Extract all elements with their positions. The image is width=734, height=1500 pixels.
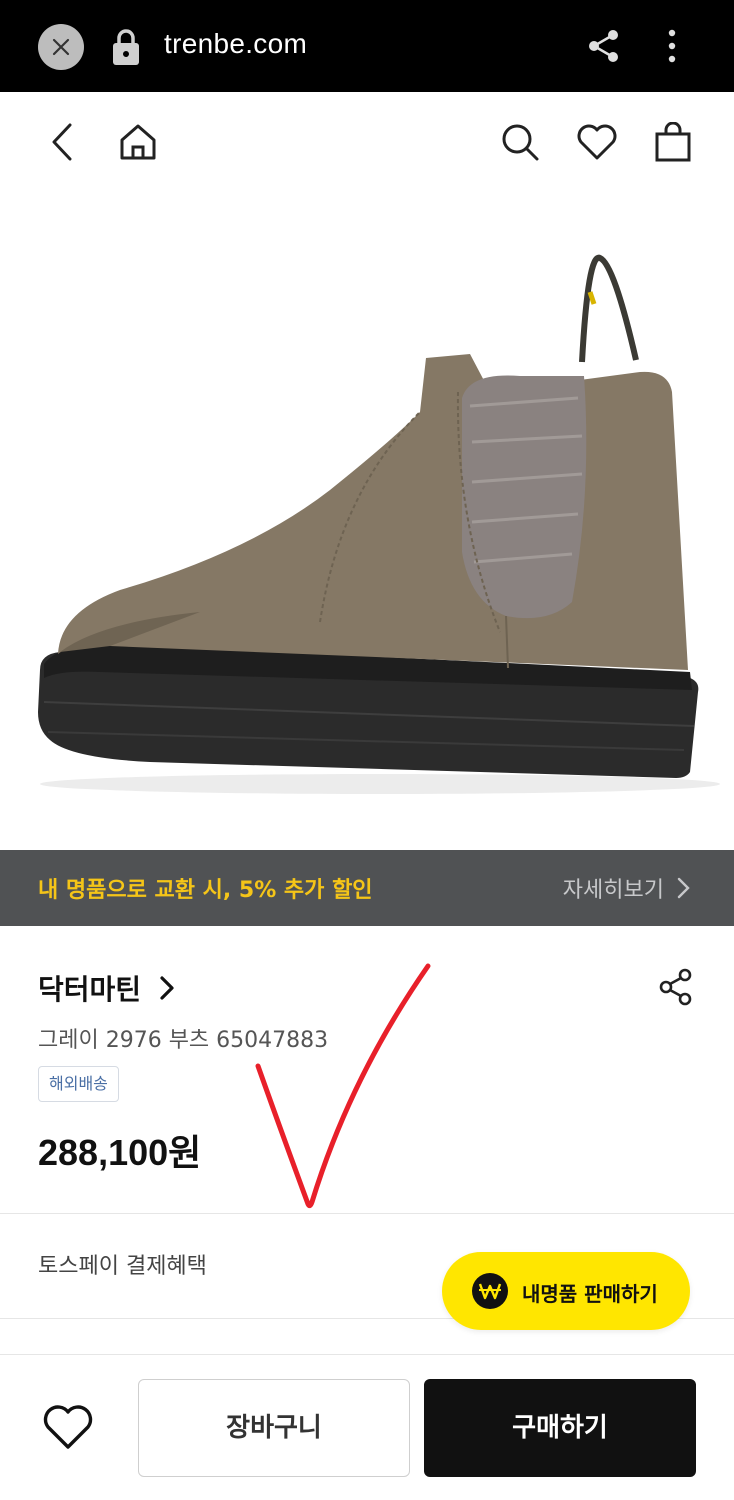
brand-link[interactable]: 닥터마틴: [38, 968, 174, 1008]
address-bar-url[interactable]: trenbe.com: [164, 28, 307, 60]
buy-now-button[interactable]: 구매하기: [424, 1379, 696, 1477]
shopping-bag-icon[interactable]: [654, 122, 692, 162]
close-icon: [52, 38, 70, 56]
sell-luxury-button[interactable]: 내명품 판매하기: [442, 1252, 690, 1330]
payment-benefit-label[interactable]: 토스페이 결제혜택: [38, 1248, 207, 1280]
home-icon[interactable]: [118, 122, 158, 162]
search-icon[interactable]: [500, 122, 540, 162]
promo-banner[interactable]: 내 명품으로 교환 시, 5% 추가 할인 자세히보기: [0, 850, 734, 926]
share-icon[interactable]: [658, 968, 694, 1006]
won-coin-icon: [472, 1273, 508, 1309]
back-icon[interactable]: [44, 122, 80, 162]
share-icon[interactable]: [586, 28, 622, 64]
chevron-right-icon: [677, 877, 690, 899]
chevron-right-icon: [160, 976, 174, 1000]
product-price: 288,100원: [38, 1132, 202, 1173]
promo-text: 내 명품으로 교환 시, 5% 추가 할인: [38, 878, 373, 903]
browser-toolbar: trenbe.com: [0, 0, 734, 92]
product-image[interactable]: [0, 192, 734, 850]
brand-name: 닥터마틴: [38, 973, 142, 1006]
lock-icon: [113, 29, 139, 65]
promo-detail-link[interactable]: 자세히보기: [563, 872, 664, 904]
overseas-shipping-badge: 해외배송: [38, 1066, 119, 1102]
more-vert-icon[interactable]: [660, 28, 684, 64]
sell-luxury-label: 내명품 판매하기: [522, 1282, 658, 1306]
add-to-cart-button[interactable]: 장바구니: [138, 1379, 410, 1477]
heart-icon[interactable]: [576, 122, 618, 162]
annotation-checkmark: [255, 963, 431, 1209]
app-header: [0, 92, 734, 192]
boot-image: [38, 254, 720, 794]
bottom-action-bar: 장바구니 구매하기: [0, 1354, 734, 1500]
like-heart-icon[interactable]: [42, 1405, 94, 1451]
close-tab-button[interactable]: [38, 24, 84, 70]
